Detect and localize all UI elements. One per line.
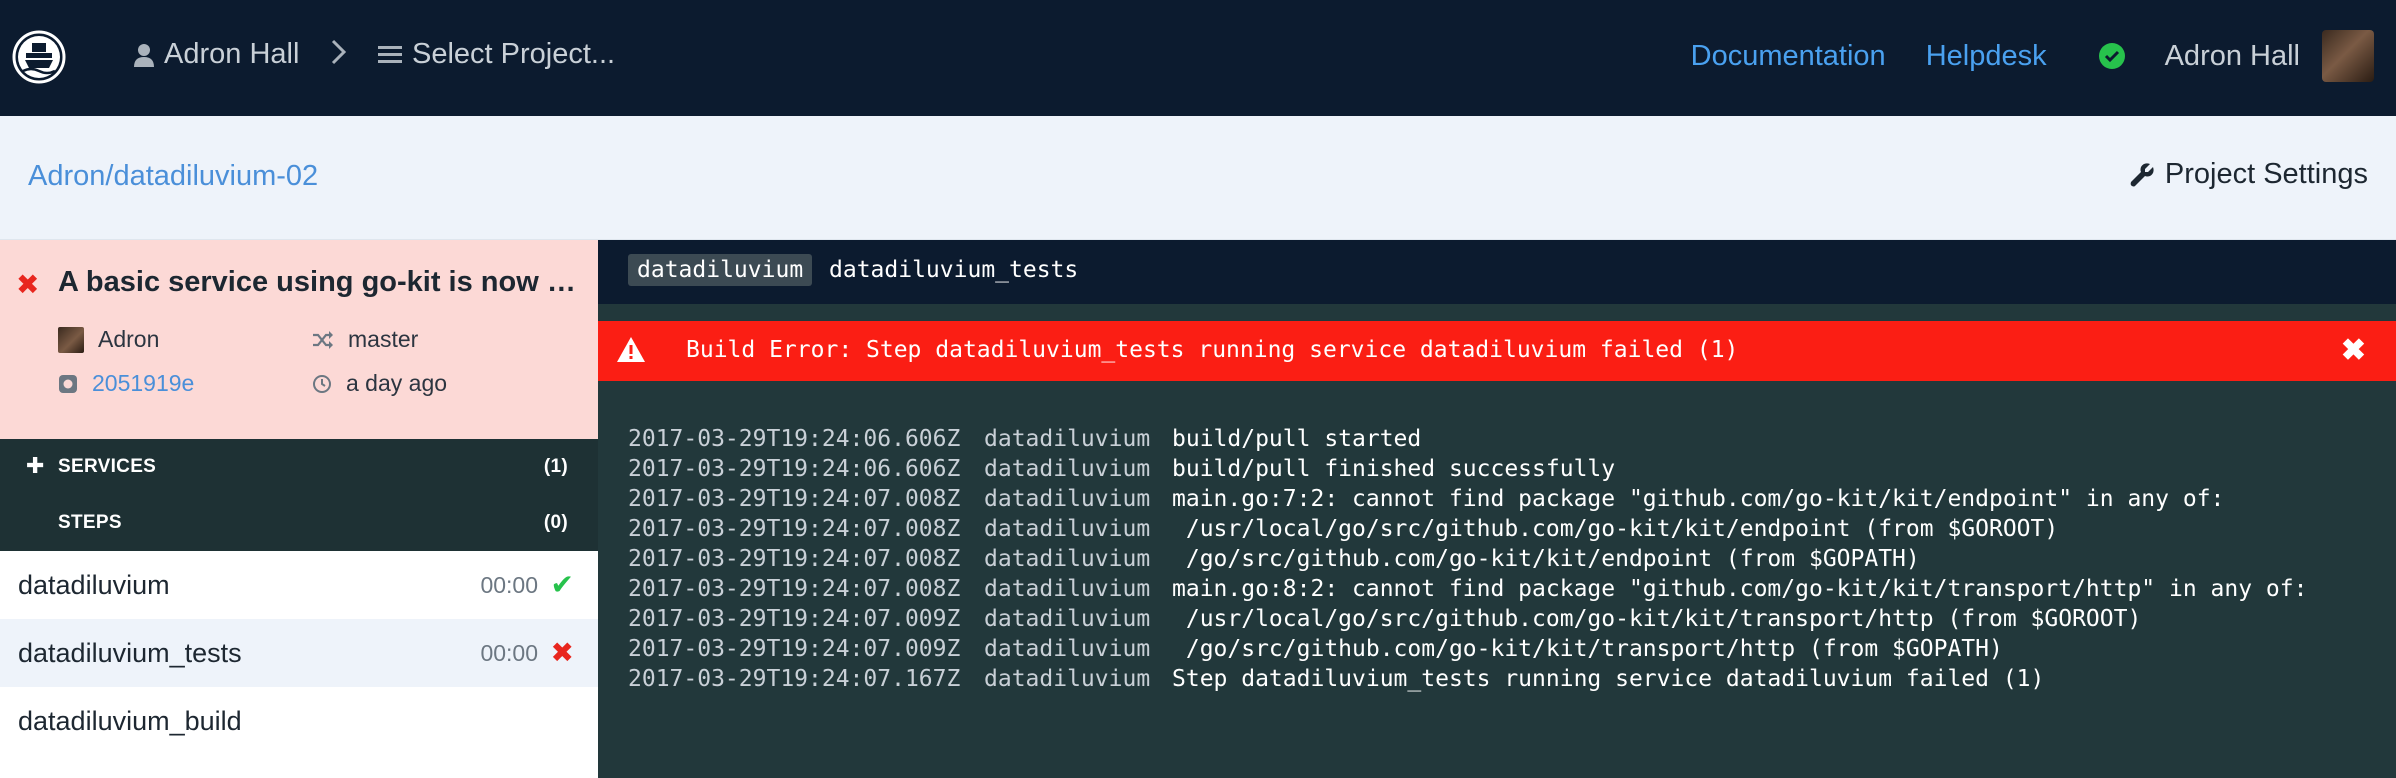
- step-header: datadiluvium datadiluvium_tests: [598, 240, 2396, 304]
- build-error-banner: Build Error: Step datadiluvium_tests run…: [598, 321, 2396, 381]
- warning-icon: [617, 337, 645, 362]
- steps-count: (0): [543, 512, 568, 533]
- build-commit[interactable]: 2051919e: [58, 370, 194, 397]
- build-sidebar: ✖ A basic service using go-kit is now w.…: [0, 240, 598, 778]
- log-message: /go/src/github.com/go-kit/kit/transport/…: [1172, 636, 2003, 662]
- author-name: Adron: [98, 326, 160, 352]
- log-line: 2017-03-29T19:24:07.008Z datadiluvium main…: [628, 574, 2388, 604]
- breadcrumb-user-label: Adron Hall: [164, 38, 300, 70]
- log-source: datadiluvium: [984, 546, 1151, 572]
- log-message: build/pull started: [1172, 426, 1422, 452]
- chevron-right-icon: [330, 38, 348, 74]
- nav-right: Documentation Helpdesk Adron Hall: [1691, 26, 2374, 86]
- list-icon: [378, 45, 402, 63]
- log-line: 2017-03-29T19:24:07.009Z datadiluvium /go…: [628, 634, 2388, 664]
- log-timestamp: 2017-03-29T19:24:07.009Z: [628, 636, 961, 662]
- log-source: datadiluvium: [984, 666, 1151, 692]
- log-message: main.go:7:2: cannot find package "github…: [1172, 486, 2225, 512]
- log-message: /go/src/github.com/go-kit/kit/endpoint (…: [1172, 546, 1920, 572]
- documentation-link[interactable]: Documentation: [1691, 40, 1886, 73]
- log-source: datadiluvium: [984, 606, 1151, 632]
- log-source: datadiluvium: [984, 636, 1151, 662]
- log-panel: datadiluvium datadiluvium_tests Build Er…: [598, 240, 2396, 778]
- system-status-ok-icon[interactable]: [2098, 43, 2125, 69]
- log-message: /usr/local/go/src/github.com/go-kit/kit/…: [1172, 516, 2059, 542]
- project-path-link[interactable]: Adron/datadiluvium-02: [28, 160, 318, 193]
- avatar[interactable]: [2322, 30, 2374, 82]
- log-timestamp: 2017-03-29T19:24:06.606Z: [628, 426, 961, 452]
- step-name: datadiluvium_tests: [18, 638, 242, 668]
- failed-x-icon: ✖: [550, 637, 574, 668]
- log-timestamp: 2017-03-29T19:24:06.606Z: [628, 456, 961, 482]
- step-item-datadiluvium-build[interactable]: datadiluvium_build: [0, 687, 598, 755]
- step-name: datadiluvium_build: [18, 706, 242, 736]
- services-section-toggle[interactable]: ✚ SERVICES (1): [0, 439, 598, 495]
- log-message: build/pull finished successfully: [1172, 456, 1616, 482]
- account-name[interactable]: Adron Hall: [2165, 40, 2300, 73]
- log-line: 2017-03-29T19:24:06.606Z datadiluvium buil…: [628, 454, 2388, 484]
- helpdesk-link[interactable]: Helpdesk: [1926, 40, 2047, 73]
- log-line: 2017-03-29T19:24:07.167Z datadiluvium Step…: [628, 664, 2388, 694]
- log-source: datadiluvium: [984, 516, 1151, 542]
- log-line: 2017-03-29T19:24:07.008Z datadiluvium /go…: [628, 544, 2388, 574]
- step-duration: 00:00: [480, 640, 538, 666]
- log-line: 2017-03-29T19:24:06.606Z datadiluvium buil…: [628, 424, 2388, 454]
- log-timestamp: 2017-03-29T19:24:07.008Z: [628, 516, 961, 542]
- build-time-label: a day ago: [346, 370, 448, 396]
- step-title: datadiluvium_tests: [829, 257, 1079, 283]
- project-settings-button[interactable]: Project Settings: [2129, 158, 2368, 191]
- step-duration: 00:00: [480, 572, 538, 598]
- clock-icon: [313, 374, 331, 393]
- step-item-datadiluvium[interactable]: datadiluvium 00:00 ✔: [0, 551, 598, 619]
- log-timestamp: 2017-03-29T19:24:07.008Z: [628, 486, 961, 512]
- log-source: datadiluvium: [984, 576, 1151, 602]
- services-label: SERVICES: [58, 456, 157, 477]
- project-header: Adron/datadiluvium-02 Project Settings: [0, 116, 2396, 240]
- project-selector[interactable]: Select Project...: [378, 38, 615, 71]
- log-message: /usr/local/go/src/github.com/go-kit/kit/…: [1172, 606, 2142, 632]
- step-item-datadiluvium-tests[interactable]: datadiluvium_tests 00:00 ✖: [0, 619, 598, 687]
- log-message: main.go:8:2: cannot find package "github…: [1172, 576, 2308, 602]
- github-icon: [59, 374, 77, 393]
- services-count: (1): [543, 456, 568, 477]
- branch-name: master: [348, 326, 419, 352]
- build-time: a day ago: [312, 370, 447, 397]
- steps-section-header: STEPS (0): [0, 495, 598, 551]
- checkmark-icon: ✔: [550, 569, 574, 600]
- plus-icon: ✚: [26, 453, 45, 478]
- failed-icon: ✖: [16, 269, 40, 300]
- user-icon: [134, 43, 154, 67]
- branch-shuffle-icon: [313, 330, 333, 349]
- log-line: 2017-03-29T19:24:07.008Z datadiluvium main…: [628, 484, 2388, 514]
- log-timestamp: 2017-03-29T19:24:07.009Z: [628, 606, 961, 632]
- step-name: datadiluvium: [18, 570, 170, 600]
- project-settings-label: Project Settings: [2164, 158, 2368, 190]
- close-icon[interactable]: ✖: [2341, 333, 2366, 368]
- error-message: Build Error: Step datadiluvium_tests run…: [686, 337, 1739, 363]
- commit-hash-link[interactable]: 2051919e: [92, 370, 194, 397]
- author-avatar: [58, 326, 84, 353]
- build-branch: master: [312, 326, 418, 353]
- wercker-logo-icon[interactable]: [12, 30, 66, 84]
- build-author: Adron: [58, 326, 159, 353]
- log-timestamp: 2017-03-29T19:24:07.008Z: [628, 546, 961, 572]
- steps-label: STEPS: [58, 512, 122, 533]
- service-tag: datadiluvium: [628, 254, 813, 286]
- log-output: 2017-03-29T19:24:06.606Z datadiluvium buil…: [628, 424, 2388, 694]
- log-line: 2017-03-29T19:24:07.008Z datadiluvium /us…: [628, 514, 2388, 544]
- wrench-icon: [2130, 162, 2154, 186]
- build-card[interactable]: ✖ A basic service using go-kit is now w.…: [0, 240, 598, 439]
- log-source: datadiluvium: [984, 426, 1151, 452]
- top-navbar: Adron Hall Select Project... Documentati…: [0, 0, 2396, 116]
- log-source: datadiluvium: [984, 456, 1151, 482]
- log-timestamp: 2017-03-29T19:24:07.167Z: [628, 666, 961, 692]
- log-line: 2017-03-29T19:24:07.009Z datadiluvium /us…: [628, 604, 2388, 634]
- log-source: datadiluvium: [984, 486, 1151, 512]
- build-title: A basic service using go-kit is now w...: [58, 266, 578, 298]
- log-message: Step datadiluvium_tests running service …: [1172, 666, 2045, 692]
- project-selector-label: Select Project...: [412, 38, 616, 70]
- breadcrumb-user[interactable]: Adron Hall: [134, 38, 299, 71]
- log-timestamp: 2017-03-29T19:24:07.008Z: [628, 576, 961, 602]
